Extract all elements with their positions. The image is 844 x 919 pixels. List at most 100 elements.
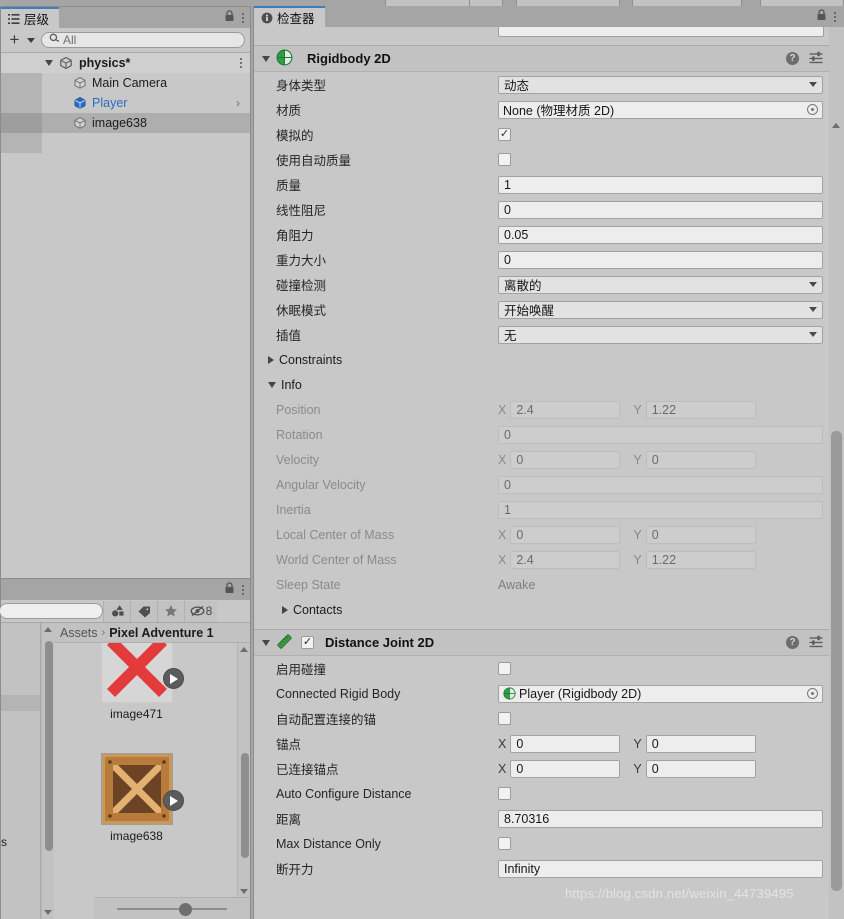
field-label: 使用自动质量 <box>276 154 352 168</box>
sleeping-mode-dropdown[interactable]: 开始唤醒 <box>498 300 823 319</box>
lock-icon[interactable] <box>816 9 827 24</box>
kebab-menu-icon[interactable] <box>242 584 244 595</box>
clipped-text-field[interactable] <box>498 27 824 37</box>
scroll-down-arrow-icon[interactable] <box>240 889 248 894</box>
auto-configure-distance-checkbox[interactable] <box>498 787 511 800</box>
local-com-x-readonly: 0 <box>510 525 621 544</box>
connected-rigid-body-object-field[interactable]: Player (Rigidbody 2D) <box>498 684 823 703</box>
component-header-rigidbody-2d[interactable]: Rigidbody 2D ? <box>254 46 844 72</box>
filter-by-type-icon[interactable] <box>103 600 130 622</box>
gravity-scale-input[interactable]: 0 <box>498 250 823 269</box>
search-icon <box>49 33 60 47</box>
component-enabled-checkbox[interactable]: ✓ <box>301 636 314 649</box>
expand-triangle-right-icon[interactable] <box>268 355 274 364</box>
zoom-slider-knob[interactable] <box>179 902 192 916</box>
hierarchy-item-physics[interactable]: physics* <box>1 53 250 73</box>
prefab-cube-icon <box>73 96 87 110</box>
thumbnail-zoom-slider[interactable] <box>117 902 227 916</box>
hierarchy-item-image638[interactable]: image638 <box>1 113 250 133</box>
angular-damping-input[interactable]: 0.05 <box>498 225 823 244</box>
foldout-label: Constraints <box>279 352 343 367</box>
world-com-x-readonly: 2.4 <box>510 550 621 569</box>
rigidbody-2d-icon <box>503 687 516 700</box>
asset-grid-scrollbar[interactable] <box>237 643 250 898</box>
expand-triangle-right-icon[interactable] <box>282 605 288 614</box>
object-picker-icon[interactable] <box>807 104 818 115</box>
hidden-items-icon[interactable]: 8 <box>184 600 217 622</box>
expand-triangle-down-icon[interactable] <box>268 381 276 388</box>
add-object-button[interactable]: + <box>6 31 23 49</box>
hierarchy-item-player[interactable]: Player › <box>1 93 250 113</box>
inspector-scrollbar[interactable] <box>829 27 844 919</box>
preset-icon[interactable] <box>809 635 823 651</box>
kebab-menu-icon[interactable] <box>242 12 244 23</box>
inspector-scrollbar-thumb[interactable] <box>831 431 842 891</box>
help-icon[interactable]: ? <box>786 52 799 65</box>
kebab-menu-icon[interactable] <box>834 11 836 22</box>
material-object-field[interactable]: None (物理材质 2D) <box>498 100 823 119</box>
hierarchy-item-main-camera[interactable]: Main Camera <box>1 73 250 93</box>
asset-thumbnail[interactable] <box>100 643 184 704</box>
scroll-up-arrow-icon[interactable] <box>832 123 840 128</box>
component-title: Distance Joint 2D <box>325 635 435 650</box>
scroll-up-arrow-icon[interactable] <box>44 627 52 632</box>
interpolate-dropdown[interactable]: 无 <box>498 325 823 344</box>
chevron-down-icon[interactable] <box>27 37 35 43</box>
simulated-checkbox[interactable]: ✓ <box>498 128 511 141</box>
auto-configure-connected-anchor-checkbox[interactable] <box>498 712 511 725</box>
expand-triangle-down-icon[interactable] <box>45 60 53 66</box>
asset-item-image638[interactable]: image638 <box>54 752 219 843</box>
field-label: 角阻力 <box>276 229 314 243</box>
component-header-distance-joint-2d[interactable]: ✓ Distance Joint 2D ? <box>254 630 844 656</box>
favorites-star-icon[interactable] <box>157 600 184 622</box>
preset-icon[interactable] <box>809 51 823 67</box>
mass-input[interactable]: 1 <box>498 175 823 194</box>
project-footer <box>94 897 250 919</box>
collision-detection-dropdown[interactable]: 离散的 <box>498 275 823 294</box>
kebab-menu-icon[interactable] <box>240 58 242 68</box>
project-folder-tree[interactable]: s <box>1 623 41 919</box>
expand-triangle-down-icon[interactable] <box>262 639 270 646</box>
scroll-down-arrow-icon[interactable] <box>44 910 52 915</box>
filter-by-label-icon[interactable] <box>130 600 157 622</box>
body-type-dropdown[interactable]: 动态 <box>498 75 823 94</box>
asset-preview-play-icon[interactable] <box>162 790 184 811</box>
connected-anchor-y-input[interactable]: 0 <box>645 759 756 778</box>
tab-inspector[interactable]: 检查器 <box>254 6 325 27</box>
axis-label-x: X <box>498 552 507 567</box>
foldout-contacts[interactable]: Contacts <box>254 597 844 622</box>
expand-triangle-down-icon[interactable] <box>262 55 270 62</box>
asset-item-image471[interactable]: image471 <box>54 643 219 721</box>
foldout-info[interactable]: Info <box>254 372 844 397</box>
field-label: 质量 <box>276 179 302 193</box>
lock-icon[interactable] <box>224 582 235 597</box>
asset-thumbnail[interactable] <box>99 752 184 826</box>
breadcrumb-current[interactable]: Pixel Adventure 1 <box>109 626 213 640</box>
help-icon[interactable]: ? <box>786 636 799 649</box>
tab-hierarchy[interactable]: 层级 <box>1 7 60 28</box>
break-force-input[interactable]: Infinity <box>498 859 823 878</box>
lock-icon[interactable] <box>224 10 235 25</box>
axis-label-x: X <box>498 736 507 751</box>
inspector-panel: 检查器 Rigidbody 2D ? 身体类型 动态 材质 None (物理材质… <box>253 6 844 919</box>
enable-collision-checkbox[interactable] <box>498 662 511 675</box>
max-distance-only-checkbox[interactable] <box>498 837 511 850</box>
connected-anchor-x-input[interactable]: 0 <box>510 759 621 778</box>
hierarchy-search-input[interactable]: All <box>41 32 245 48</box>
anchor-y-input[interactable]: 0 <box>645 734 756 753</box>
anchor-x-input[interactable]: 0 <box>510 734 621 753</box>
chevron-right-icon[interactable]: › <box>236 96 240 110</box>
asset-preview-play-icon[interactable] <box>162 668 184 689</box>
breadcrumb-root[interactable]: Assets <box>60 626 98 640</box>
velocity-y-readonly: 0 <box>645 450 756 469</box>
inertia-readonly: 1 <box>498 500 823 519</box>
foldout-constraints[interactable]: Constraints <box>254 347 844 372</box>
distance-input[interactable]: 8.70316 <box>498 809 823 828</box>
folder-tree-scrollbar[interactable] <box>41 623 54 919</box>
use-auto-mass-checkbox[interactable] <box>498 153 511 166</box>
linear-damping-input[interactable]: 0 <box>498 200 823 219</box>
list-icon <box>8 13 20 25</box>
scroll-up-arrow-icon[interactable] <box>240 647 248 652</box>
object-picker-icon[interactable] <box>807 688 818 699</box>
project-search-input[interactable] <box>0 603 103 619</box>
